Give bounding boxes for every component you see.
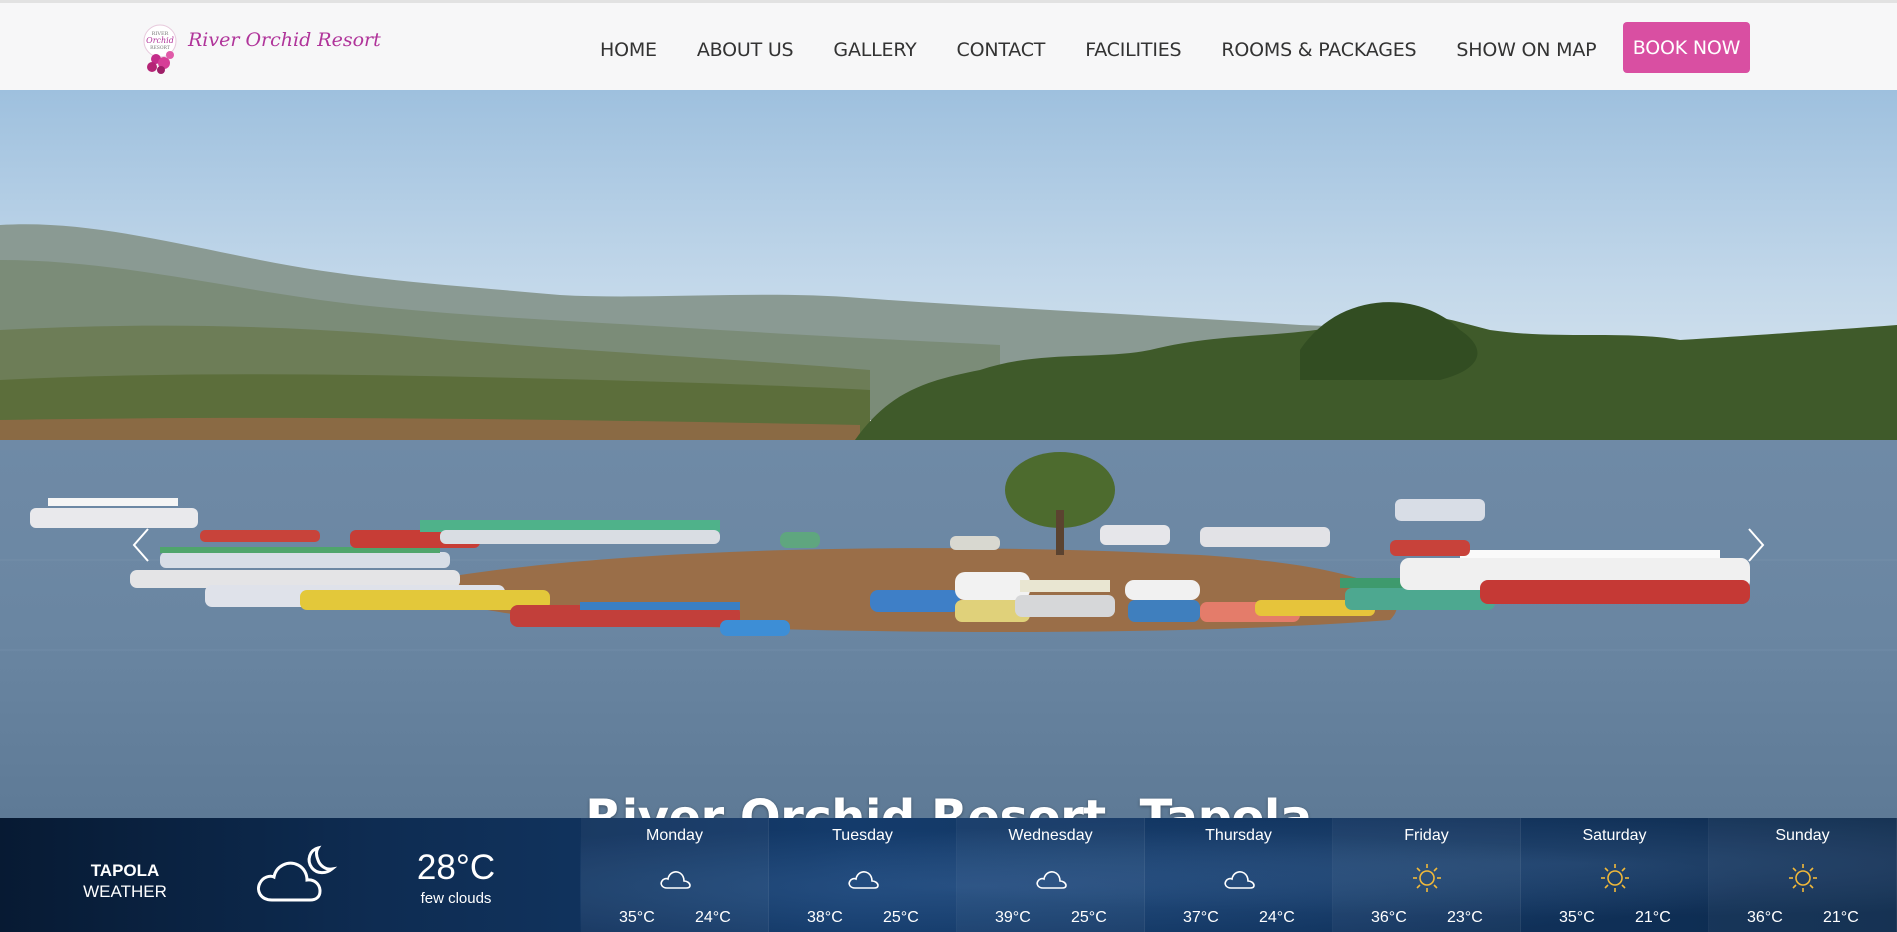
sun-icon xyxy=(1410,862,1444,894)
forecast-days: Monday 35°C 24°C Tuesday 38°C 25°C Wedne… xyxy=(581,818,1897,932)
book-now-button[interactable]: BOOK NOW xyxy=(1623,22,1750,73)
day-low: 25°C xyxy=(883,909,919,926)
sun-icon xyxy=(1598,862,1632,894)
cloud-icon xyxy=(658,862,692,894)
day-low: 23°C xyxy=(1447,909,1483,926)
forecast-day: Thursday 37°C 24°C xyxy=(1145,818,1333,932)
day-name: Friday xyxy=(1404,827,1449,844)
nav-about-us[interactable]: ABOUT US xyxy=(697,25,794,75)
carousel-next-icon[interactable] xyxy=(1743,525,1769,565)
orchid-logo-icon: RIVER Orchid RESORT xyxy=(142,21,186,77)
weather-city: TAPOLA xyxy=(90,861,160,880)
day-low: 21°C xyxy=(1635,909,1671,926)
hero-image xyxy=(0,90,1897,818)
day-name: Tuesday xyxy=(832,827,893,844)
forecast-day: Sunday 36°C 21°C xyxy=(1709,818,1897,932)
current-description: few clouds xyxy=(420,890,492,907)
day-high: 39°C xyxy=(995,909,1031,926)
hero-title: River Orchid Resort, Tapola xyxy=(585,790,1312,818)
forecast-day: Wednesday 39°C 25°C xyxy=(957,818,1145,932)
nav-home[interactable]: HOME xyxy=(600,25,657,75)
day-name: Saturday xyxy=(1582,827,1647,844)
day-high: 36°C xyxy=(1747,909,1783,926)
day-name: Monday xyxy=(646,827,703,844)
weather-location: TAPOLA WEATHER xyxy=(60,860,190,902)
forecast-day: Monday 35°C 24°C xyxy=(581,818,769,932)
day-high: 38°C xyxy=(807,909,843,926)
forecast-day: Tuesday 38°C 25°C xyxy=(769,818,957,932)
nav-facilities[interactable]: FACILITIES xyxy=(1085,25,1181,75)
day-name: Wednesday xyxy=(1008,827,1093,844)
site-header: RIVER Orchid RESORT River Orchid Resort … xyxy=(0,3,1897,90)
day-high: 35°C xyxy=(619,909,655,926)
day-high: 36°C xyxy=(1371,909,1407,926)
day-high: 35°C xyxy=(1559,909,1595,926)
nav-rooms-packages[interactable]: ROOMS & PACKAGES xyxy=(1221,25,1416,75)
day-name: Thursday xyxy=(1205,827,1272,844)
cloud-icon xyxy=(1034,862,1068,894)
day-high: 37°C xyxy=(1183,909,1219,926)
cloud-moon-icon xyxy=(250,840,340,910)
hero-carousel: River Orchid Resort, Tapola xyxy=(0,90,1897,818)
weather-widget: TAPOLA WEATHER 28°C few clouds Monday 35… xyxy=(0,818,1897,932)
day-low: 21°C xyxy=(1823,909,1859,926)
sun-icon xyxy=(1786,862,1820,894)
nav-contact[interactable]: CONTACT xyxy=(957,25,1046,75)
day-low: 24°C xyxy=(695,909,731,926)
day-low: 25°C xyxy=(1071,909,1107,926)
cloud-icon xyxy=(1222,862,1256,894)
forecast-day: Friday 36°C 23°C xyxy=(1333,818,1521,932)
logo-text: River Orchid Resort xyxy=(188,29,381,51)
carousel-prev-icon[interactable] xyxy=(128,525,154,565)
cloud-icon xyxy=(846,862,880,894)
svg-text:Orchid: Orchid xyxy=(146,36,174,45)
forecast-day: Saturday 35°C 21°C xyxy=(1521,818,1709,932)
weather-label: WEATHER xyxy=(83,882,167,901)
main-nav: HOME ABOUT US GALLERY CONTACT FACILITIES… xyxy=(600,25,1636,75)
current-temperature: 28°C xyxy=(416,848,496,887)
nav-gallery[interactable]: GALLERY xyxy=(833,25,916,75)
nav-show-on-map[interactable]: SHOW ON MAP xyxy=(1456,25,1596,75)
svg-text:RESORT: RESORT xyxy=(150,45,170,51)
site-logo[interactable]: RIVER Orchid RESORT River Orchid Resort xyxy=(142,19,381,79)
day-low: 24°C xyxy=(1259,909,1295,926)
day-name: Sunday xyxy=(1775,827,1830,844)
